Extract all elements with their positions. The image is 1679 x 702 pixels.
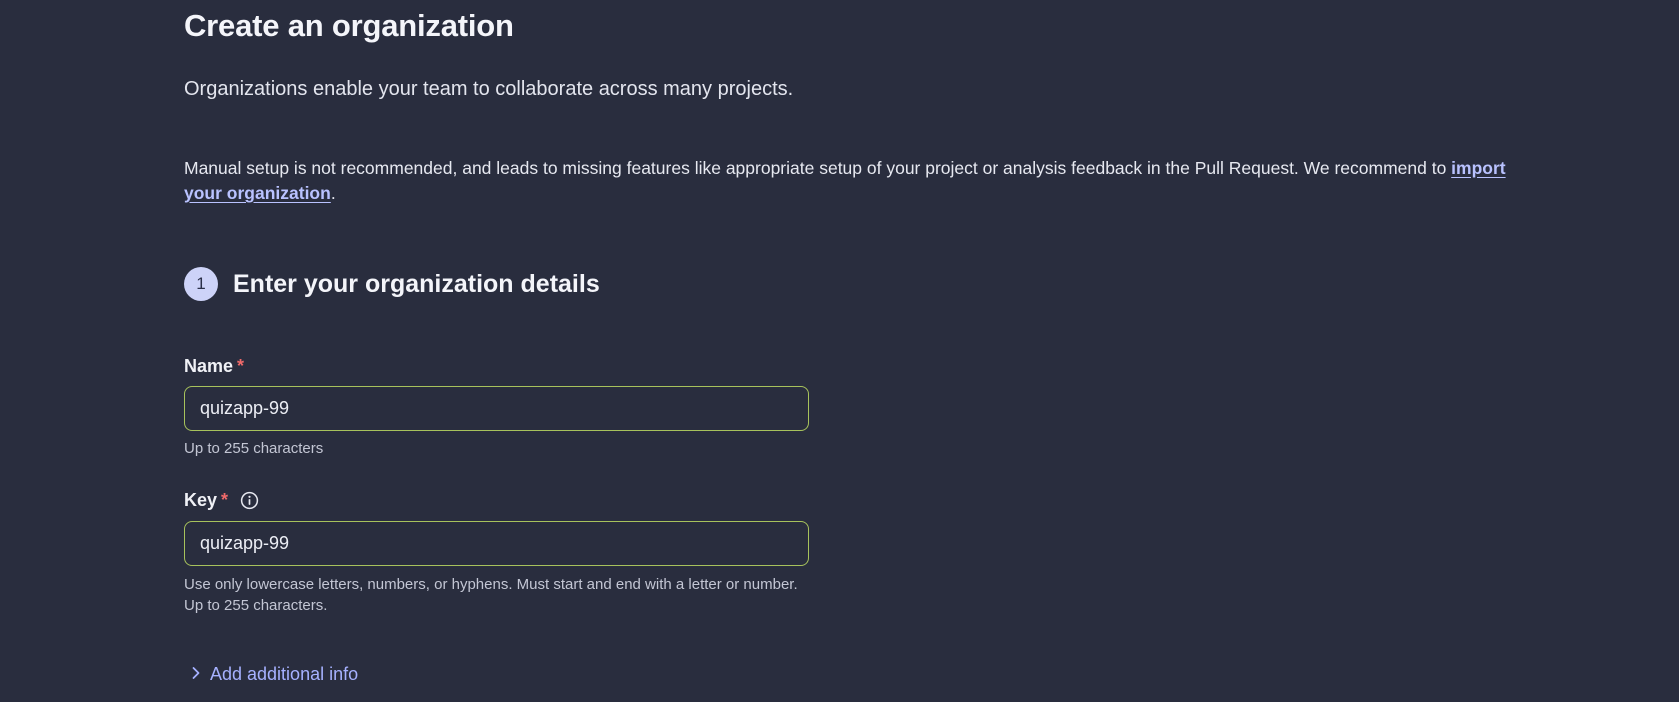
name-label-text: Name — [184, 356, 234, 376]
key-field-label: Key * — [184, 490, 259, 511]
add-additional-info-toggle[interactable]: Add additional info — [190, 664, 358, 685]
info-circle-icon[interactable] — [240, 491, 259, 510]
create-organization-page: Create an organization Organizations ena… — [0, 0, 1679, 702]
notice-end: . — [330, 183, 336, 203]
name-help-text: Up to 255 characters — [184, 440, 324, 457]
step-number-badge: 1 — [184, 267, 218, 301]
required-marker: * — [221, 490, 229, 510]
step-title: Enter your organization details — [233, 269, 600, 298]
page-subtitle: Organizations enable your team to collab… — [184, 78, 794, 100]
key-help-text: Use only lowercase letters, numbers, or … — [184, 576, 798, 614]
chevron-right-icon — [190, 664, 202, 685]
key-label-text: Key — [184, 490, 218, 510]
name-field-label: Name * — [184, 356, 244, 377]
key-input[interactable] — [184, 521, 809, 566]
name-input[interactable] — [184, 386, 809, 431]
notice-text: Manual setup is not recommended, and lea… — [184, 158, 1452, 178]
manual-setup-notice: Manual setup is not recommended, and lea… — [184, 156, 1524, 206]
step-header: 1 Enter your organization details — [184, 267, 600, 301]
required-marker: * — [237, 356, 245, 376]
page-title: Create an organization — [184, 8, 514, 43]
add-additional-info-label: Add additional info — [210, 664, 359, 684]
